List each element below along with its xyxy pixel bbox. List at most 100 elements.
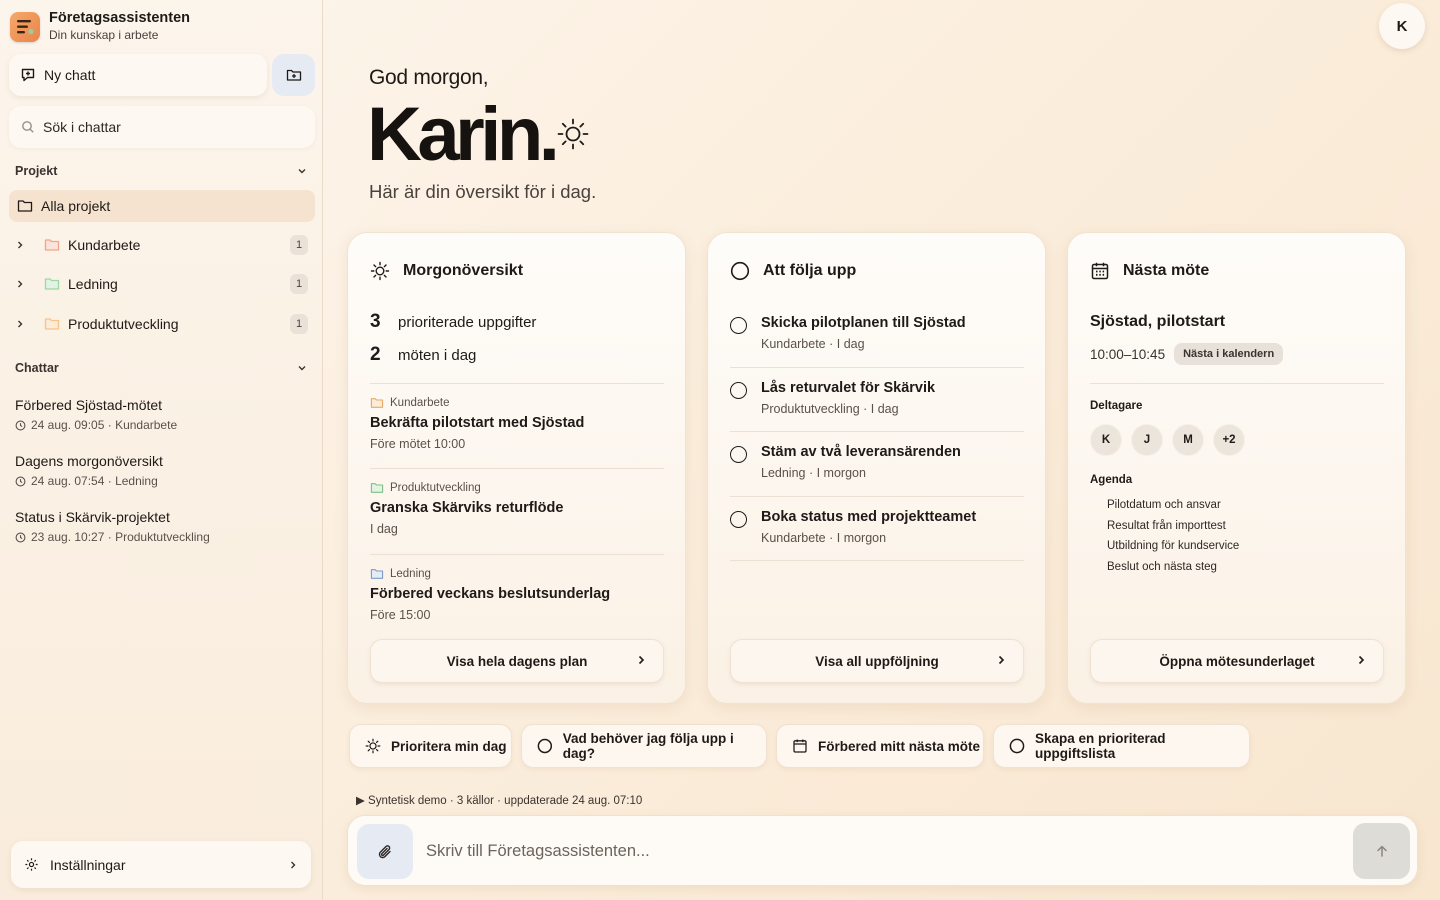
task-title: Granska Skärviks returflöde: [370, 500, 564, 516]
calendar-icon: [1091, 262, 1109, 280]
chip-label: Vad behöver jag följa upp i dag?: [562, 731, 734, 761]
sun-icon: [557, 118, 589, 150]
agenda-item: Pilotdatum och ansvar: [1107, 499, 1221, 511]
suggestion-chip-prioritize[interactable]: Prioritera min dag: [349, 724, 512, 768]
task-item[interactable]: Produktutveckling Granska Skärviks retur…: [370, 482, 664, 536]
user-name-heading: Karin.: [367, 92, 560, 177]
message-input[interactable]: [426, 838, 1326, 864]
folder-icon: [370, 398, 384, 408]
task-item[interactable]: Kundarbete Bekräfta pilotstart med Sjöst…: [370, 397, 664, 451]
chevron-right-icon: [288, 860, 298, 870]
project-name: Produktutveckling: [68, 316, 179, 332]
new-chat-button[interactable]: Ny chatt: [9, 54, 267, 96]
sidebar-item-kundarbete[interactable]: Kundarbete 1: [15, 230, 308, 260]
show-all-follow-up-button[interactable]: Visa all uppföljning: [730, 639, 1024, 683]
sidebar-item-ledning[interactable]: Ledning 1: [15, 269, 308, 299]
stat-number: 3: [370, 311, 381, 332]
sources-disclosure[interactable]: ▶ Syntetisk demo · 3 källor · uppdaterad…: [356, 793, 642, 807]
divider: [730, 496, 1024, 497]
divider: [1090, 383, 1384, 384]
show-day-plan-button[interactable]: Visa hela dagens plan: [370, 639, 664, 683]
gear-icon: [25, 858, 38, 871]
chats-section-header[interactable]: Chattar: [15, 358, 308, 378]
chat-list-item[interactable]: Dagens morgonöversikt 24 aug. 07:54 · Le…: [15, 452, 308, 488]
chevron-right-icon[interactable]: [15, 240, 35, 250]
projects-section-header[interactable]: Projekt: [15, 161, 308, 181]
message-composer: [347, 815, 1418, 886]
follow-up-meta: Kundarbete · I morgon: [761, 531, 887, 545]
chats-heading: Chattar: [15, 361, 59, 375]
agenda-heading: Agenda: [1090, 474, 1133, 486]
send-button[interactable]: [1353, 823, 1410, 879]
sun-icon: [365, 738, 381, 754]
participants-heading: Deltagare: [1090, 400, 1143, 412]
sidebar: Företagsassistenten Din kunskap i arbete…: [0, 0, 323, 900]
participants-list: K J M +2: [1090, 424, 1254, 456]
folder-icon: [17, 200, 33, 212]
circle-icon: [537, 738, 553, 754]
agenda-list: Pilotdatum och ansvar Resultat från impo…: [1107, 495, 1239, 577]
new-project-button[interactable]: [272, 54, 315, 96]
user-avatar[interactable]: K: [1379, 3, 1425, 49]
more-participants[interactable]: +2: [1213, 424, 1245, 456]
follow-up-item[interactable]: Boka status med projektteamet Kundarbete…: [730, 509, 1024, 573]
clock-icon: [15, 532, 26, 542]
participant-avatar[interactable]: M: [1172, 424, 1204, 456]
stat-label: prioriterade uppgifter: [398, 314, 537, 331]
all-projects-item[interactable]: Alla projekt: [9, 190, 315, 222]
follow-up-title: Boka status med projektteamet: [761, 509, 977, 525]
open-meeting-material-button[interactable]: Öppna mötesunderlaget: [1090, 639, 1384, 683]
participant-avatar[interactable]: J: [1131, 424, 1163, 456]
follow-up-meta: Ledning · I morgon: [761, 466, 866, 480]
project-count-badge: 1: [290, 314, 308, 334]
follow-up-title: Stäm av två leveransärenden: [761, 444, 961, 460]
brand[interactable]: Företagsassistenten Din kunskap i arbete: [10, 10, 190, 43]
chat-meta: 23 aug. 10:27 · Produktutveckling: [31, 530, 210, 544]
chat-list-item[interactable]: Förbered Sjöstad-mötet 24 aug. 09:05 · K…: [15, 396, 308, 432]
settings-label: Inställningar: [50, 856, 126, 873]
stat-number: 2: [370, 344, 381, 365]
checkbox-circle[interactable]: [730, 446, 747, 463]
attach-button[interactable]: [357, 824, 413, 879]
participant-avatar[interactable]: K: [1090, 424, 1122, 456]
circle-icon: [730, 261, 750, 281]
follow-up-item[interactable]: Lås returvalet för Skärvik Produktutveck…: [730, 380, 1024, 444]
divider: [730, 367, 1024, 368]
divider: [370, 383, 664, 384]
clock-icon: [15, 476, 26, 486]
suggestion-chip-prepare-meeting[interactable]: Förbered mitt nästa möte: [776, 724, 984, 768]
divider: [370, 468, 664, 469]
chat-title: Förbered Sjöstad-mötet: [15, 397, 163, 413]
settings-button[interactable]: Inställningar: [11, 841, 311, 888]
chevron-right-icon[interactable]: [15, 319, 35, 329]
chat-list-item[interactable]: Status i Skärvik-projektet 23 aug. 10:27…: [15, 508, 308, 544]
follow-up-item[interactable]: Stäm av två leveransärenden Ledning · I …: [730, 444, 1024, 508]
chevron-right-icon: [636, 654, 646, 666]
app-logo-icon: [10, 11, 40, 42]
checkbox-circle[interactable]: [730, 382, 747, 399]
follow-up-meta: Kundarbete · I dag: [761, 337, 865, 351]
calendar-badge: Nästa i kalendern: [1174, 343, 1284, 365]
task-item[interactable]: Ledning Förbered veckans beslutsunderlag…: [370, 568, 664, 622]
button-label: Öppna mötesunderlaget: [1159, 653, 1315, 669]
folder-icon: [44, 277, 60, 291]
project-name: Ledning: [68, 276, 118, 292]
suggestion-chip-task-list[interactable]: Skapa en prioriterad uppgiftslista: [993, 724, 1250, 768]
stat-label: möten i dag: [398, 347, 477, 364]
chat-title: Dagens morgonöversikt: [15, 453, 163, 469]
chip-label: Skapa en prioriterad uppgiftslista: [1034, 731, 1166, 761]
sidebar-item-produktutveckling[interactable]: Produktutveckling 1: [15, 309, 308, 339]
chevron-right-icon[interactable]: [15, 279, 35, 289]
checkbox-circle[interactable]: [730, 511, 747, 528]
project-count-badge: 1: [290, 274, 308, 294]
follow-up-item[interactable]: Skicka pilotplanen till Sjöstad Kundarbe…: [730, 315, 1024, 379]
task-project: Kundarbete: [390, 397, 450, 409]
chat-search[interactable]: [9, 106, 315, 148]
suggestion-chip-follow-up[interactable]: Vad behöver jag följa upp i dag?: [521, 724, 767, 768]
card-title: Morgonöversikt: [403, 262, 524, 279]
search-input[interactable]: [43, 119, 303, 135]
project-name: Kundarbete: [68, 237, 141, 253]
agenda-item: Resultat från importtest: [1107, 519, 1226, 532]
sun-icon: [370, 261, 390, 281]
checkbox-circle[interactable]: [730, 317, 747, 334]
